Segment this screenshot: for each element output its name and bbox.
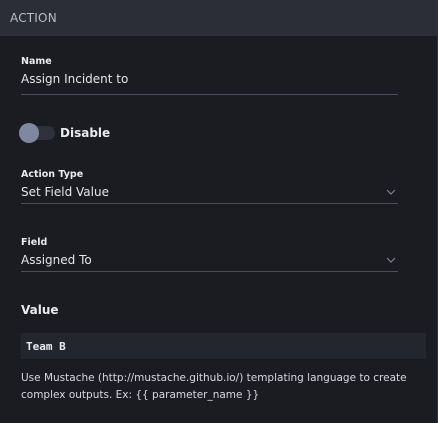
name-field[interactable]: Name Assign Incident to	[21, 56, 398, 96]
disable-label: Disable	[60, 126, 111, 140]
chevron-down-icon[interactable]	[386, 255, 396, 265]
field-row: Assigned To	[21, 253, 398, 267]
action-panel: ACTION Name Assign Incident to Disable A…	[0, 0, 438, 423]
toggle-track[interactable]	[19, 123, 55, 143]
name-input[interactable]: Assign Incident to	[21, 72, 398, 86]
name-underline	[21, 94, 398, 95]
action-type-underline	[21, 203, 398, 204]
mustache-help-text: Use Mustache (http://mustache.github.io/…	[21, 372, 407, 401]
disable-toggle[interactable]: Disable	[19, 123, 111, 143]
action-type-value: Set Field Value	[21, 185, 109, 199]
action-type-select[interactable]: Action Type Set Field Value	[21, 169, 398, 207]
field-value: Assigned To	[21, 253, 92, 267]
value-code[interactable]: Team B	[26, 340, 66, 353]
field-select[interactable]: Field Assigned To	[21, 237, 398, 275]
value-editor[interactable]: Team B	[21, 333, 426, 359]
section-header: ACTION	[0, 0, 437, 36]
value-title: Value	[21, 303, 59, 317]
toggle-knob[interactable]	[19, 123, 39, 143]
section-title: ACTION	[10, 11, 57, 25]
field-label: Field	[21, 237, 48, 248]
action-type-row: Set Field Value	[21, 185, 398, 199]
action-type-label: Action Type	[21, 169, 84, 180]
chevron-down-icon[interactable]	[386, 187, 396, 197]
name-label: Name	[21, 56, 52, 67]
field-underline	[21, 271, 398, 272]
